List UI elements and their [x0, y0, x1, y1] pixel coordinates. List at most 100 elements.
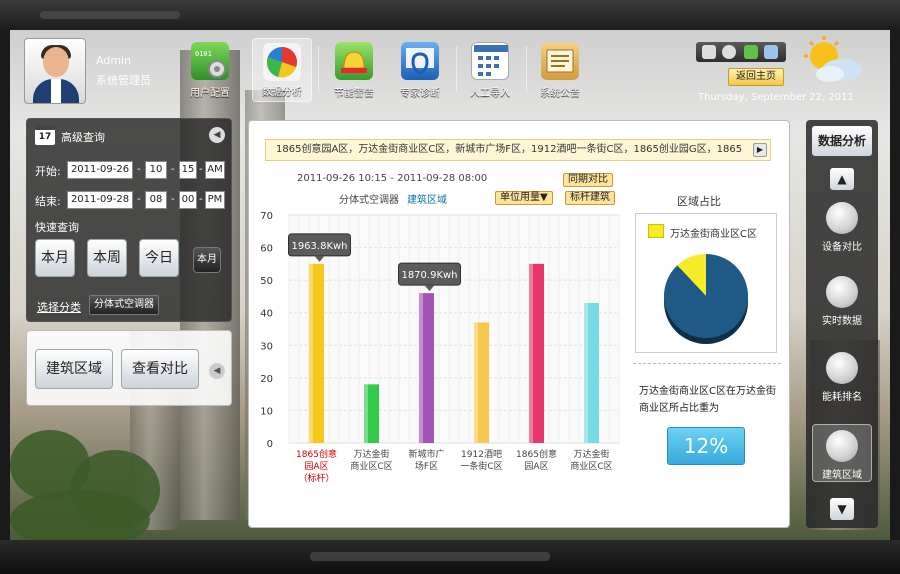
x-tick-label: 1865创意	[296, 448, 337, 460]
separator-dash: -	[199, 194, 203, 205]
nav-separator	[456, 46, 457, 92]
end-label: 结束:	[35, 195, 61, 208]
legend-label: 万达金街商业区C区	[670, 229, 757, 240]
panel-title: 高级查询	[61, 131, 105, 144]
realtime-data-icon	[826, 276, 858, 308]
current-date: Thursday, September 22, 2011	[698, 92, 854, 103]
end-hour-field[interactable]: 08	[145, 191, 167, 209]
tooltip-label: 1963.8Kwh	[291, 241, 347, 252]
ticker-next-icon[interactable]: ▶	[753, 143, 767, 157]
benchmark-button[interactable]: 标杆建筑	[565, 191, 615, 205]
bar-highlight	[309, 263, 313, 443]
y-tick-label: 0	[267, 439, 273, 450]
bar-highlight	[584, 302, 588, 443]
bar-highlight	[364, 384, 368, 443]
nav-energy-alarm[interactable]: 节能警告	[324, 38, 384, 102]
time-period: 2011-09-26 10:15 - 2011-09-28 08:00	[297, 173, 488, 184]
nav-separator	[526, 46, 527, 92]
sidebar-item-energy-rank[interactable]: 能耗排名	[812, 352, 872, 403]
nav-label: 人工导入	[470, 88, 510, 99]
alarm-icon	[335, 42, 373, 80]
sync-compare-button[interactable]: 同期对比	[563, 173, 613, 187]
key-icon[interactable]	[702, 45, 716, 59]
energy-rank-icon	[826, 352, 858, 384]
equipment-label: 分体式空调器	[339, 195, 399, 206]
calendar-import-icon	[471, 42, 509, 80]
separator-dash: -	[171, 164, 175, 175]
window-top-bar	[0, 0, 900, 30]
share-pie-chart	[664, 254, 748, 344]
end-ampm-field[interactable]: PM	[205, 191, 225, 209]
this-month-button[interactable]: 本月	[35, 239, 75, 277]
nav-label: 节能警告	[334, 88, 374, 99]
home-icon[interactable]	[744, 45, 758, 59]
analysis-main-panel: 1865创意园A区，万达金街商业区C区，新城市广场F区，1912酒吧一条街C区，…	[248, 120, 790, 528]
scroll-up-icon[interactable]: ▲	[830, 168, 854, 190]
start-minute-field[interactable]: 15	[179, 161, 197, 179]
start-date-field[interactable]: 2011-09-26	[67, 161, 133, 179]
sidebar-item-label: 建筑区域	[822, 470, 862, 481]
x-tick-label: 1912酒吧	[461, 449, 502, 460]
nav-data-analysis[interactable]: 数据分析	[252, 38, 312, 102]
sidebar-item-label: 实时数据	[822, 316, 862, 327]
start-ampm-field[interactable]: AM	[205, 161, 225, 179]
nav-user-config[interactable]: 0101 用户配置	[180, 38, 240, 102]
separator-dash: -	[199, 164, 203, 175]
window-icon[interactable]	[764, 45, 778, 59]
avatar-head	[43, 47, 69, 77]
share-percentage: 12%	[667, 427, 745, 465]
x-tick-label: （标杆）	[298, 472, 334, 484]
title-blur	[40, 11, 180, 19]
nav-separator	[318, 46, 319, 92]
x-tick-label: 商业区C区	[350, 460, 392, 472]
collapse-arrow-icon[interactable]: ◀	[209, 363, 225, 379]
x-tick-label: 园A区	[304, 461, 328, 472]
end-minute-field[interactable]: 00	[179, 191, 197, 209]
right-sidebar: 数据分析 ▲ 设备对比 实时数据 能耗排名 建筑区域 ▼	[806, 120, 878, 528]
today-button[interactable]: 今日	[139, 239, 179, 277]
nav-system-notice[interactable]: 系统公告	[530, 38, 590, 102]
help-icon[interactable]	[722, 45, 736, 59]
collapse-left-icon[interactable]: ◀	[209, 127, 225, 143]
unit-dropdown[interactable]: 单位用量▼	[495, 191, 553, 205]
action-panel: 建筑区域 查看对比 ◀	[26, 330, 232, 406]
user-config-icon: 0101	[191, 42, 229, 80]
this-week-button[interactable]: 本周	[87, 239, 127, 277]
sidebar-item-device-compare[interactable]: 设备对比	[812, 202, 872, 253]
sidebar-item-label: 设备对比	[822, 242, 862, 253]
bar-highlight	[474, 322, 478, 443]
window-bottom-bar	[0, 540, 900, 574]
month-small-button[interactable]: 本月	[193, 247, 221, 273]
y-tick-label: 50	[260, 276, 273, 287]
zone-link[interactable]: 建筑区域	[407, 191, 447, 206]
main-stage: Admin 系统管理员 0101 用户配置 数据分析 节能警告 专家诊断 人工导…	[10, 30, 890, 540]
sidebar-item-building-zone[interactable]: 建筑区域	[812, 430, 872, 481]
x-tick-label: 场F区	[415, 461, 438, 472]
building-zone-icon	[826, 430, 858, 462]
x-tick-label: 商业区C区	[570, 460, 612, 472]
device-compare-icon	[826, 202, 858, 234]
nav-expert-diagnosis[interactable]: 专家诊断	[390, 38, 450, 102]
nav-manual-import[interactable]: 人工导入	[460, 38, 520, 102]
category-select[interactable]: 分体式空调器	[89, 295, 159, 315]
view-compare-button[interactable]: 查看对比	[121, 349, 199, 389]
user-avatar[interactable]	[24, 38, 86, 104]
sidebar-item-realtime-data[interactable]: 实时数据	[812, 276, 872, 327]
x-tick-label: 园A区	[524, 461, 548, 472]
energy-bar-chart: 0102030405060701865创意园A区（标杆）万达金街商业区C区新城市…	[260, 211, 620, 484]
y-tick-label: 40	[260, 309, 273, 320]
weather-icon	[804, 36, 862, 82]
svg-text:0101: 0101	[195, 50, 212, 58]
share-title: 区域占比	[677, 195, 721, 208]
y-tick-label: 30	[260, 341, 273, 352]
username: Admin	[96, 54, 132, 67]
building-zone-button[interactable]: 建筑区域	[35, 349, 113, 389]
scroll-down-icon[interactable]: ▼	[830, 498, 854, 520]
sidebar-title[interactable]: 数据分析	[812, 126, 872, 156]
calendar-icon: 17	[35, 125, 55, 145]
home-button[interactable]: 返回主页	[728, 68, 784, 86]
category-label[interactable]: 选择分类	[37, 299, 81, 315]
start-hour-field[interactable]: 10	[145, 161, 167, 179]
end-date-field[interactable]: 2011-09-28	[67, 191, 133, 209]
quick-query-label: 快速查询	[35, 221, 79, 234]
